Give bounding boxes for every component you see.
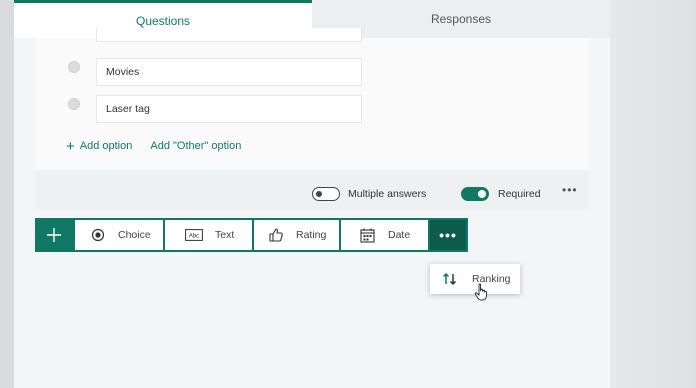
required-toggle[interactable] xyxy=(461,187,489,201)
toggle-knob xyxy=(316,190,322,197)
multiple-answers-toggle[interactable] xyxy=(312,187,340,201)
option-label: Laser tag xyxy=(106,103,150,115)
text-field-icon: Abc xyxy=(185,227,203,243)
multiple-answers-label: Multiple answers xyxy=(348,188,427,200)
choice-label: Choice xyxy=(118,229,151,241)
calendar-icon xyxy=(359,227,375,243)
thumbs-up-icon xyxy=(268,227,284,243)
option-field[interactable]: Laser tag xyxy=(96,95,362,123)
hand-cursor-icon xyxy=(474,283,487,301)
ellipsis-icon: ••• xyxy=(439,227,457,243)
toggle-knob xyxy=(478,190,486,198)
background-left xyxy=(0,0,14,388)
sort-arrows-icon xyxy=(442,272,458,286)
option-field-partial[interactable] xyxy=(96,28,362,42)
option-field[interactable]: Movies xyxy=(96,58,362,86)
question-type-choice-button[interactable]: Choice xyxy=(75,220,163,250)
background-right xyxy=(610,0,696,388)
option-radio-icon xyxy=(68,61,80,73)
plus-icon xyxy=(47,228,61,242)
add-option-link[interactable]: Add option xyxy=(80,140,133,152)
more-question-types-button[interactable]: ••• xyxy=(430,220,466,250)
add-question-button[interactable] xyxy=(35,218,73,252)
option-label: Movies xyxy=(106,66,140,78)
question-type-date-button[interactable]: Date xyxy=(341,220,428,250)
tab-questions-label: Questions xyxy=(135,13,191,28)
add-option-row: + Add option Add "Other" option xyxy=(66,137,241,155)
required-label: Required xyxy=(498,188,541,200)
rating-label: Rating xyxy=(296,229,327,241)
radio-icon xyxy=(90,227,106,243)
text-icon-caption: Abc xyxy=(189,234,199,240)
date-label: Date xyxy=(388,229,411,241)
tab-responses-label: Responses xyxy=(430,12,492,26)
option-radio-icon xyxy=(68,98,80,110)
plus-icon: + xyxy=(66,137,75,155)
question-type-rating-button[interactable]: Rating xyxy=(254,220,339,250)
question-more-options-icon[interactable]: ••• xyxy=(562,183,578,197)
question-type-text-button[interactable]: Abc Text xyxy=(165,220,252,250)
add-other-option-link[interactable]: Add "Other" option xyxy=(150,140,241,152)
text-label: Text xyxy=(215,229,235,241)
